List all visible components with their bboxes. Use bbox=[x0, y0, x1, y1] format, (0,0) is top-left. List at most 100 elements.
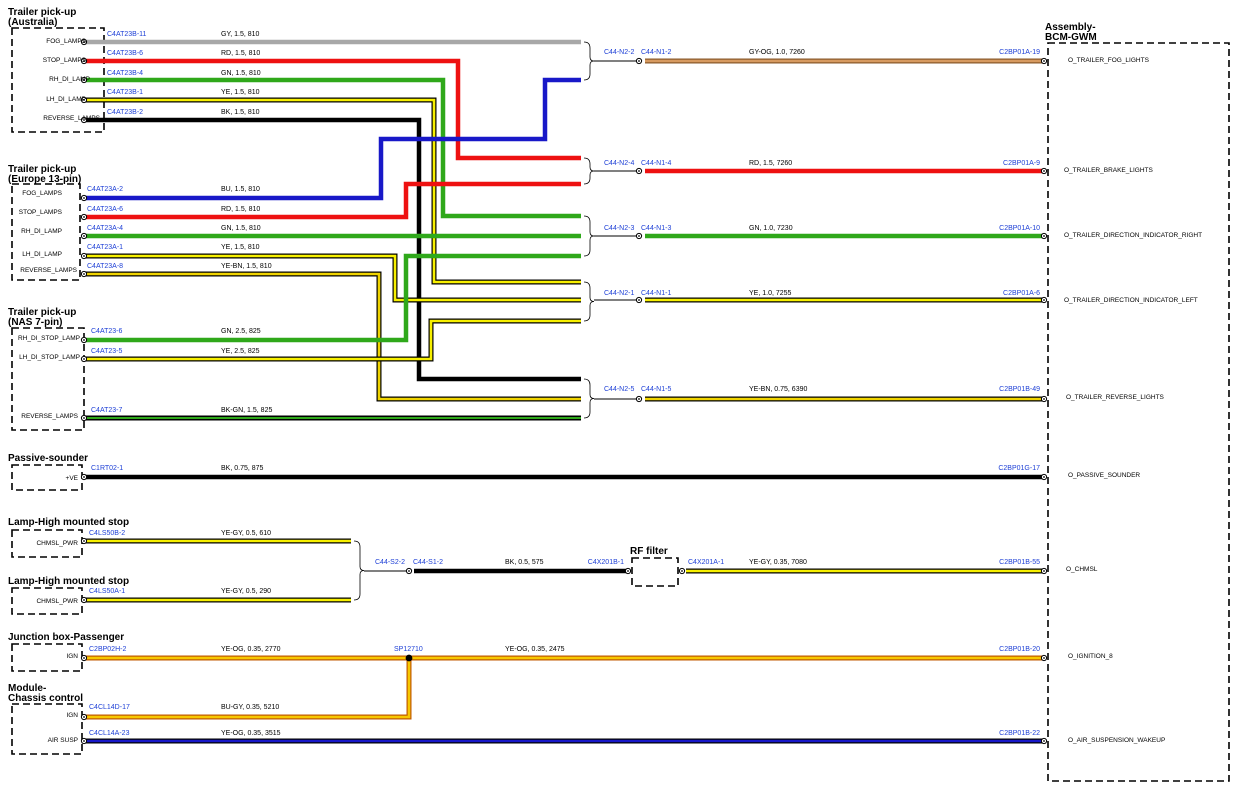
bcm-gwm-box bbox=[1047, 42, 1230, 782]
out-4-n1: C44-N1-1 bbox=[641, 290, 671, 297]
eu-conn-5: C4AT23A-8 bbox=[87, 263, 123, 270]
brace-stop bbox=[583, 157, 595, 185]
eu-spec-3: GN, 1.5, 810 bbox=[221, 225, 261, 232]
bcm-pin-chmsl: O_CHMSL bbox=[1066, 566, 1098, 573]
sounder-spec: BK, 0.75, 875 bbox=[221, 465, 264, 472]
nas-pin-rh-di-stop-lamp: RH_DI_STOP_LAMP bbox=[18, 335, 80, 342]
out-1-spec: GY-OG, 1.0, 7260 bbox=[749, 49, 805, 56]
out-3-end: C2BP01A-10 bbox=[999, 225, 1040, 232]
trailer-pickup-australia-title-2: (Australia) bbox=[8, 17, 57, 28]
eu-src-pin-0-dot bbox=[83, 197, 85, 199]
chmsl-1-pin-dot-dot bbox=[83, 540, 85, 542]
eu-conn-4: C4AT23A-1 bbox=[87, 244, 123, 251]
aus-spec-4: YE, 1.5, 810 bbox=[221, 89, 260, 96]
out-4-end: C2BP01A-6 bbox=[1003, 290, 1040, 297]
eu-src-pin-2-dot bbox=[83, 235, 85, 237]
out-wire-rh-di-bcm-pin-dot bbox=[1043, 235, 1045, 237]
sounder-bcm-pin-dot bbox=[1043, 476, 1045, 478]
eu-pin-stop-lamps: STOP_LAMPS bbox=[19, 209, 63, 216]
aus-conn-1: C4AT23B-11 bbox=[107, 31, 147, 38]
bcm-pin-passive-sounder: O_PASSIVE_SOUNDER bbox=[1068, 472, 1140, 479]
chmsl-splice-s1: C44-S1-2 bbox=[413, 559, 443, 566]
out-wire-reverse-n2-pin-dot bbox=[638, 398, 640, 400]
aus-wire-stop bbox=[84, 58, 581, 161]
module-chassis-control-title-2: Chassis control bbox=[8, 693, 83, 704]
sounder-src-pin-dot bbox=[83, 476, 85, 478]
brace-fog bbox=[583, 41, 595, 81]
bcm-pin-trailer-fog-lights: O_TRAILER_FOG_LIGHTS bbox=[1068, 57, 1150, 64]
ign-2-conn: C4CL14D-17 bbox=[89, 704, 130, 711]
out-wire-fog-bcm-pin-dot bbox=[1043, 60, 1045, 62]
out-5-n1: C44-N1-5 bbox=[641, 386, 671, 393]
nas-src-pin-1-dot bbox=[83, 358, 85, 360]
sounder-pin-ve: +VE bbox=[66, 475, 79, 482]
eu-conn-1: C4AT23A-2 bbox=[87, 186, 123, 193]
air-conn: C4CL14A-23 bbox=[89, 730, 130, 737]
passive-sounder-title: Passive-sounder bbox=[8, 453, 88, 464]
bcm-pin-trailer-brake-lights: O_TRAILER_BRAKE_LIGHTS bbox=[1064, 167, 1154, 174]
rf-out-pin-dot bbox=[681, 570, 683, 572]
bcm-pin-trailer-direction-indicator-right: O_TRAILER_DIRECTION_INDICATOR_RIGHT bbox=[1064, 232, 1202, 239]
lamp-high-mounted-stop-1-title: Lamp-High mounted stop bbox=[8, 517, 129, 528]
aus-spec-1: GY, 1.5, 810 bbox=[221, 31, 260, 38]
out-4-n2: C44-N2-1 bbox=[604, 290, 634, 297]
wire-layer bbox=[80, 38, 1048, 745]
out-wire-reverse-bcm-pin-dot bbox=[1043, 398, 1045, 400]
out-2-spec: RD, 1.5, 7260 bbox=[749, 160, 792, 167]
out-5-n2: C44-N2-5 bbox=[604, 386, 634, 393]
aus-conn-4: C4AT23B-1 bbox=[107, 89, 143, 96]
nas-spec-1: GN, 2.5, 825 bbox=[221, 328, 261, 335]
aus-conn-2: C4AT23B-6 bbox=[107, 50, 143, 57]
nas-conn-1: C4AT23-6 bbox=[91, 328, 122, 335]
bcm-pin-air-suspension-wakeup: O_AIR_SUSPENSION_WAKEUP bbox=[1068, 737, 1165, 744]
out-wire-brake-n2-pin-dot bbox=[638, 170, 640, 172]
trailer-pickup-nas-title-2: (NAS 7-pin) bbox=[8, 317, 62, 328]
rf-in-pin-dot bbox=[627, 570, 629, 572]
brace-chmsl bbox=[353, 540, 365, 601]
chmsl-1-conn: C4LS50B-2 bbox=[89, 530, 125, 537]
ign-splice-label: SP12710 bbox=[394, 646, 423, 653]
nas-src-pin-0-dot bbox=[83, 339, 85, 341]
rf-filter-in-conn: C4X201B-1 bbox=[588, 559, 624, 566]
eu-conn-3: C4AT23A-4 bbox=[87, 225, 123, 232]
out-4-spec: YE, 1.0, 7255 bbox=[749, 290, 792, 297]
bcm-pin-ignition-8: O_IGNITION_8 bbox=[1068, 653, 1113, 660]
ign-splice-end: C2BP01B-20 bbox=[999, 646, 1040, 653]
nas-conn-2: C4AT23-5 bbox=[91, 348, 122, 355]
wiring-diagram: Trailer pick-up (Australia) Trailer pick… bbox=[8, 7, 1230, 782]
nas-src-pin-2-dot bbox=[83, 417, 85, 419]
brace-rh-di bbox=[583, 215, 595, 257]
eu-pin-rh-di-lamp: RH_DI_LAMP bbox=[21, 228, 62, 235]
ign-1-conn: C2BP02H-2 bbox=[89, 646, 126, 653]
out-wire-lh-di-bcm-pin-dot bbox=[1043, 299, 1045, 301]
out-wire-rh-di-n2-pin-dot bbox=[638, 235, 640, 237]
eu-conn-2: C4AT23A-6 bbox=[87, 206, 123, 213]
out-2-n1: C44-N1-4 bbox=[641, 160, 671, 167]
eu-pin-lh-di-lamp: LH_DI_LAMP bbox=[22, 251, 62, 258]
out-wire-brake-bcm-pin-dot bbox=[1043, 170, 1045, 172]
aus-conn-3: C4AT23B-4 bbox=[107, 70, 143, 77]
aus-spec-3: GN, 1.5, 810 bbox=[221, 70, 261, 77]
sounder-conn: C1RT02-1 bbox=[91, 465, 123, 472]
out-1-end: C2BP01A-19 bbox=[999, 49, 1040, 56]
bcm-gwm-title-2: BCM-GWM bbox=[1045, 32, 1097, 43]
eu-wire-lh-di-inner bbox=[84, 254, 581, 302]
eu-src-pin-3-dot bbox=[83, 255, 85, 257]
air-end: C2BP01B-22 bbox=[999, 730, 1040, 737]
chmsl-out-conn: C4X201A-1 bbox=[688, 559, 724, 566]
out-2-end: C2BP01A-9 bbox=[1003, 160, 1040, 167]
out-3-spec: GN, 1.0, 7230 bbox=[749, 225, 793, 232]
eu-wire-stop bbox=[84, 181, 581, 220]
junction-box-passenger-title: Junction box-Passenger bbox=[8, 632, 124, 643]
out-2-n2: C44-N2-4 bbox=[604, 160, 634, 167]
ign-splice-node bbox=[405, 654, 413, 662]
ign-2-spec: BU-GY, 0.35, 5210 bbox=[221, 704, 279, 711]
brace-lh-di bbox=[583, 281, 595, 322]
ign-module-pin-dot bbox=[83, 716, 85, 718]
bcm-pin-trailer-reverse-lights: O_TRAILER_REVERSE_LIGHTS bbox=[1066, 394, 1165, 401]
eu-wire-lh-di-outer bbox=[84, 253, 581, 303]
eu-pin-reverse-lamps: REVERSE_LAMPS bbox=[20, 267, 77, 274]
nas-pin-reverse-lamps: REVERSE_LAMPS bbox=[21, 413, 78, 420]
sounder-end: C2BP01G-17 bbox=[998, 465, 1040, 472]
eu-pin-fog-lamps: FOG_LAMPS bbox=[22, 190, 62, 197]
